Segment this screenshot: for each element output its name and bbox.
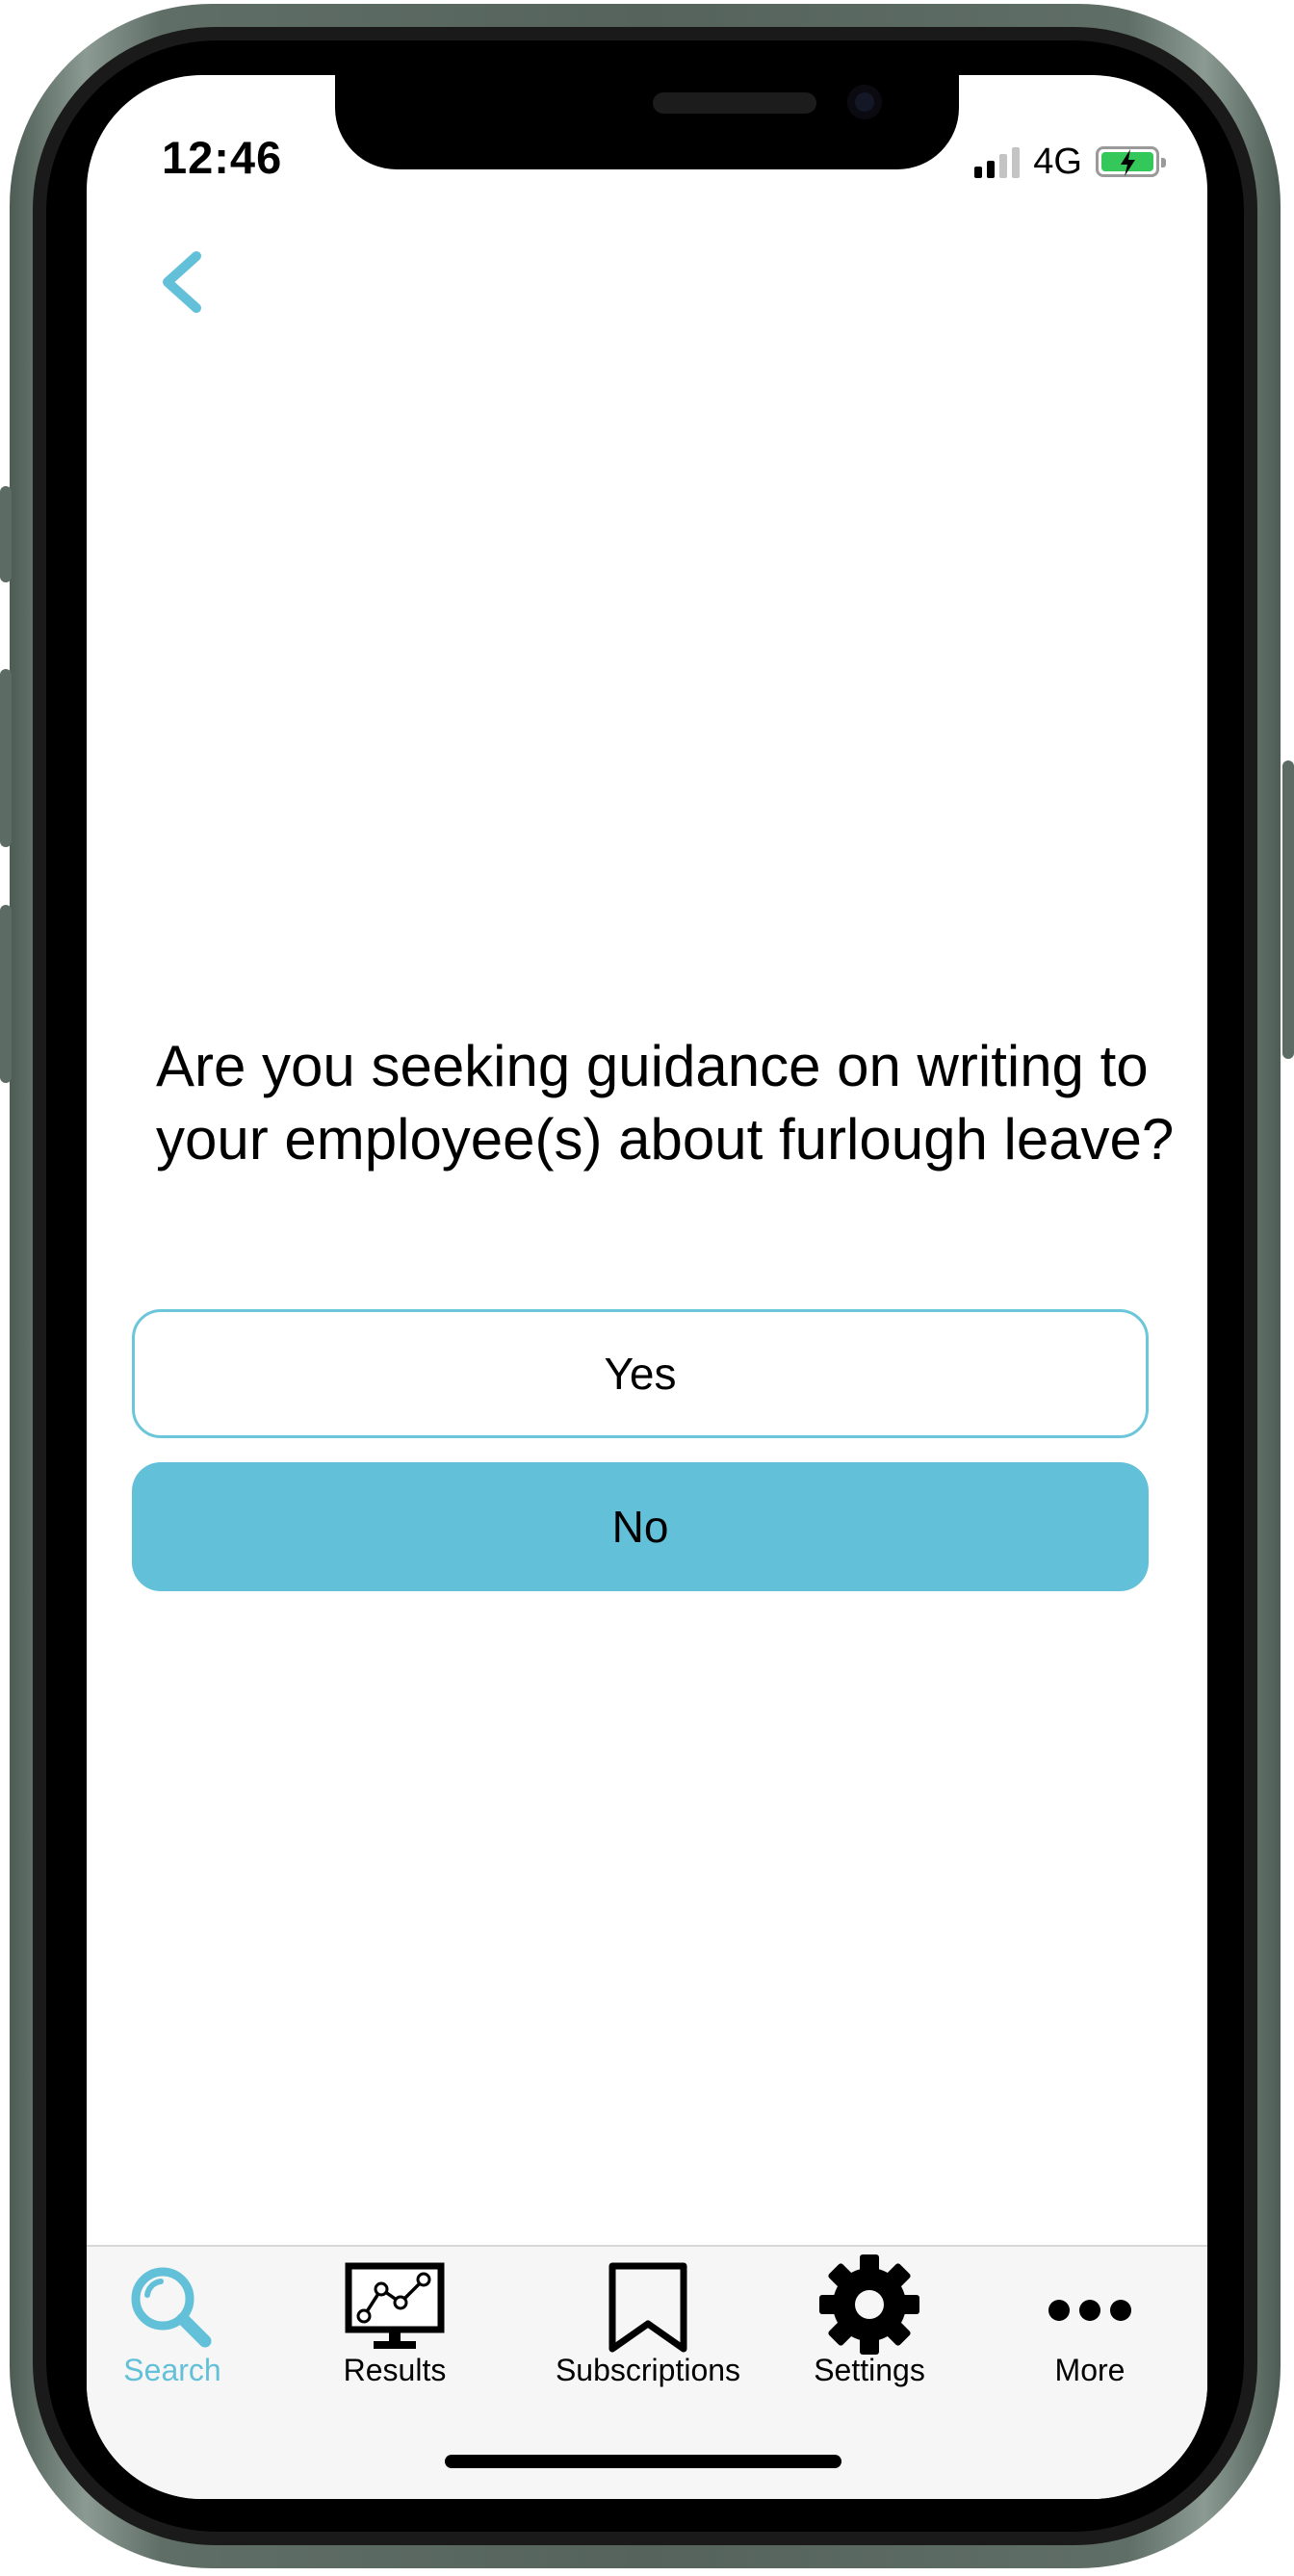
tab-subscriptions-label: Subscriptions — [555, 2353, 741, 2387]
chevron-left-icon — [163, 251, 201, 313]
notch — [335, 75, 959, 169]
side-button-power — [1282, 760, 1294, 1059]
search-icon — [131, 2267, 212, 2348]
tab-settings[interactable]: Settings — [759, 2247, 980, 2401]
bookmark-icon — [608, 2262, 687, 2353]
ellipsis-icon — [1048, 2300, 1131, 2321]
network-type: 4G — [1033, 141, 1082, 182]
earpiece-speaker — [653, 92, 816, 114]
battery-charging-icon — [1096, 146, 1166, 177]
gear-icon — [819, 2254, 919, 2355]
question-text: Are you seeking guidance on writing to y… — [156, 1034, 1175, 1172]
status-indicators: 4G — [974, 141, 1166, 183]
tab-subscriptions[interactable]: Subscriptions — [537, 2247, 759, 2401]
no-button[interactable]: No — [132, 1462, 1149, 1591]
status-time: 12:46 — [162, 132, 283, 183]
yes-button-label: Yes — [604, 1349, 677, 1399]
tab-results[interactable]: Results — [284, 2247, 505, 2401]
yes-button[interactable]: Yes — [132, 1309, 1149, 1438]
tab-more-label: More — [1054, 2353, 1126, 2387]
home-indicator[interactable] — [445, 2455, 841, 2468]
tab-results-label: Results — [343, 2353, 447, 2387]
monitor-chart-icon — [345, 2262, 445, 2349]
front-camera — [847, 85, 882, 119]
tab-more[interactable]: More — [979, 2247, 1201, 2401]
back-button[interactable] — [144, 239, 221, 325]
app-screen: 12:46 4G Are you seeking guidance on wri… — [87, 75, 1207, 2499]
tab-search-label: Search — [123, 2353, 221, 2387]
side-button-mute — [0, 486, 12, 582]
cellular-signal-icon — [974, 145, 1021, 178]
side-button-volume-up — [0, 669, 12, 847]
no-button-label: No — [611, 1502, 669, 1552]
tab-search[interactable]: Search — [87, 2247, 283, 2401]
tab-settings-label: Settings — [814, 2353, 925, 2387]
side-button-volume-down — [0, 905, 12, 1083]
